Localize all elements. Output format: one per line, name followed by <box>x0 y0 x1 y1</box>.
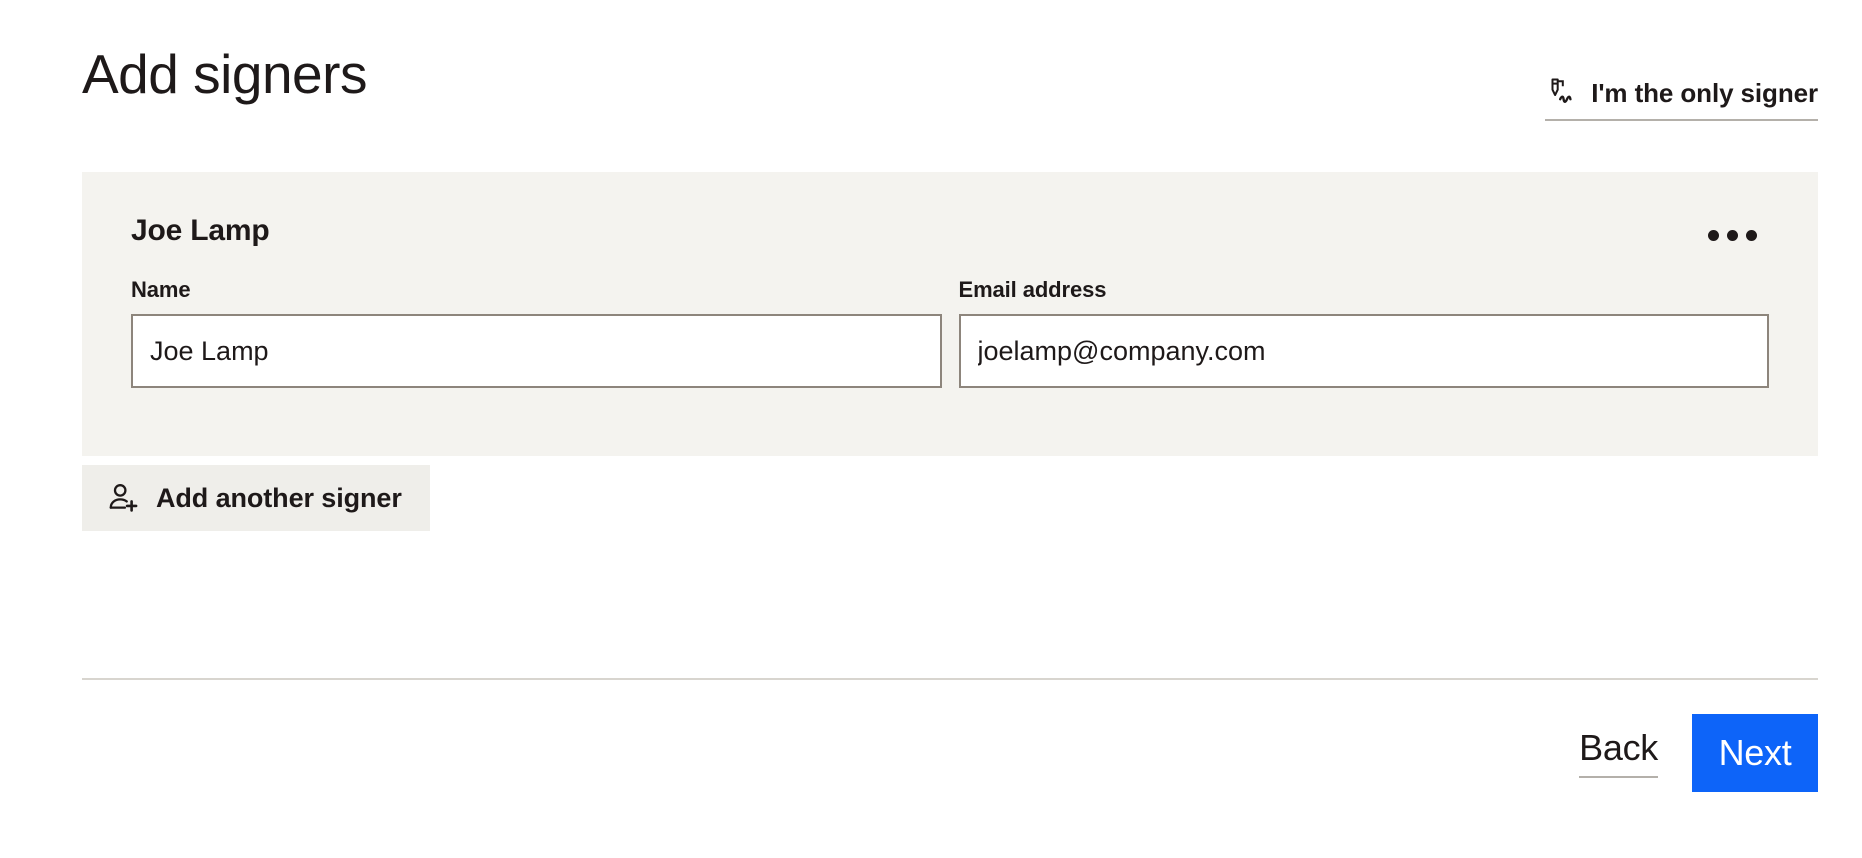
email-field-group: Email address <box>958 277 1769 388</box>
footer-divider <box>82 678 1818 680</box>
page-header: Add signers I'm the only signer <box>82 28 1818 121</box>
add-signers-screen: Add signers I'm the only signer Joe Lamp <box>0 0 1862 858</box>
next-button[interactable]: Next <box>1692 714 1818 792</box>
add-another-signer-label: Add another signer <box>156 482 402 513</box>
name-field-label: Name <box>131 277 191 302</box>
add-user-icon <box>106 481 140 515</box>
signer-card: Joe Lamp Name Email address <box>82 172 1818 456</box>
signer-name-heading: Joe Lamp <box>131 214 270 247</box>
signer-overflow-menu-button[interactable] <box>1694 218 1770 252</box>
im-the-only-signer-label: I'm the only signer <box>1591 77 1818 108</box>
name-input[interactable] <box>131 314 942 388</box>
email-input[interactable] <box>958 314 1769 388</box>
name-field-group: Name <box>131 277 942 388</box>
email-field-label: Email address <box>958 277 1107 302</box>
ellipsis-dot <box>1745 229 1757 241</box>
ellipsis-horizontal-icon <box>1707 229 1719 241</box>
footer-actions: Back Next <box>1579 714 1818 792</box>
signature-pen-icon <box>1545 76 1579 110</box>
im-the-only-signer-link[interactable]: I'm the only signer <box>1545 76 1818 121</box>
signer-fields: Name Email address <box>131 277 1769 388</box>
back-button[interactable]: Back <box>1579 728 1658 778</box>
ellipsis-dot <box>1726 229 1738 241</box>
page-title: Add signers <box>82 43 367 105</box>
add-another-signer-button[interactable]: Add another signer <box>82 465 430 531</box>
